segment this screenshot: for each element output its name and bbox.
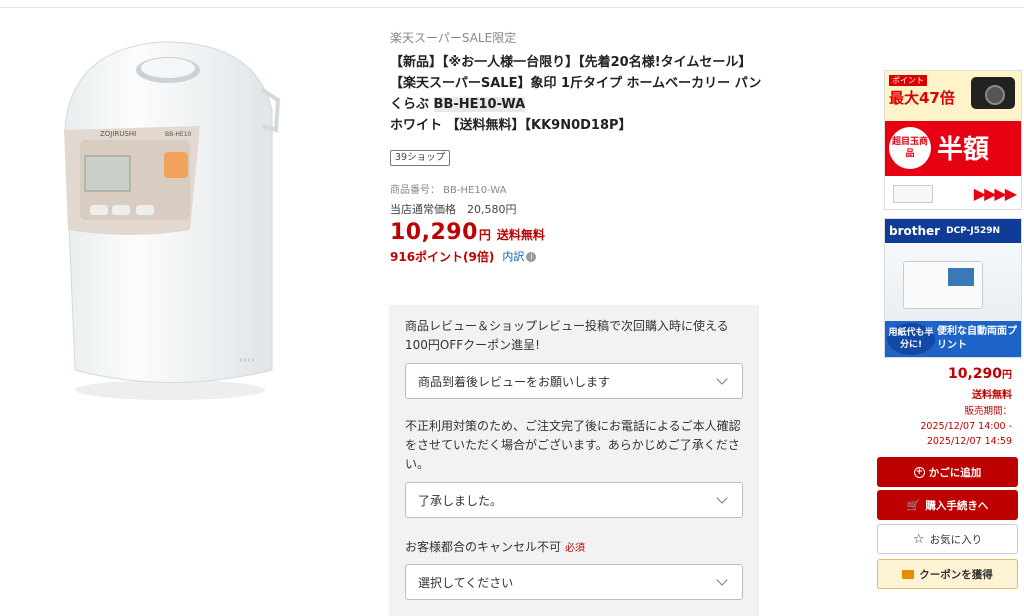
printer-icon bbox=[903, 261, 983, 309]
get-coupon-label: クーポンを獲得 bbox=[919, 568, 993, 581]
sale-period-end: 2025/12/07 14:59 bbox=[926, 436, 1012, 447]
phone-option-label: 不正利用対策のため、ご注文完了後にお電話によるご本人確認をさせていただく場合がご… bbox=[405, 419, 741, 471]
review-option-label: 商品レビュー＆ショップレビュー投稿で次回購入時に使える100円OFFクーポン進呈… bbox=[405, 319, 729, 352]
ad1-bottom: ▶▶▶▶ bbox=[885, 176, 1021, 209]
sale-period-start: 2025/12/07 14:00 - bbox=[920, 421, 1012, 432]
ad1-middle: 超目玉商品 半額 bbox=[885, 121, 1021, 176]
product-model-label: BB-HE10 bbox=[165, 131, 192, 138]
favorite-label: お気に入り bbox=[929, 533, 983, 546]
ad2-text: 便利な自動両面プリント bbox=[937, 326, 1017, 351]
review-select-value: 商品到着後レビューをお願いします bbox=[418, 374, 611, 389]
regular-price: 当店通常価格 20,580円 bbox=[390, 203, 517, 216]
ad1-points-label: ポイント bbox=[889, 75, 927, 86]
sale-period: 販売期間： 2025/12/07 14:00 - 2025/12/07 14:5… bbox=[884, 404, 1012, 449]
ad1-top: ポイント 最大47倍 bbox=[885, 71, 1021, 121]
ad2-header: brother DCP-J529N bbox=[885, 219, 1021, 243]
price-row: 10,290 円 送料無料 bbox=[390, 220, 770, 245]
required-badge: 必須 bbox=[565, 543, 586, 554]
get-coupon-button[interactable]: クーポンを獲得 bbox=[877, 559, 1018, 589]
add-to-cart-label: かごに追加 bbox=[928, 466, 982, 479]
chevron-down-icon bbox=[716, 372, 728, 385]
price: 10,290 bbox=[390, 220, 478, 245]
checkout-button[interactable]: 🛒 購入手続きへ bbox=[877, 490, 1018, 520]
product-title: 【新品】【※お一人様一台限り】【先着20名様!タイムセール】【楽天スーパーSAL… bbox=[390, 52, 770, 136]
coupon-icon bbox=[902, 569, 915, 579]
review-select[interactable]: 商品到着後レビューをお願いします bbox=[405, 363, 743, 399]
free-shipping: 送料無料 bbox=[496, 228, 545, 242]
cancel-select[interactable]: 選択してください bbox=[405, 564, 743, 600]
ad2-footer: 用紙代も半分に! 便利な自動両面プリント bbox=[885, 321, 1021, 357]
ad1-circle-badge: 超目玉商品 bbox=[889, 127, 931, 169]
price-yen: 円 bbox=[478, 228, 491, 242]
sale-period-label: 販売期間： bbox=[964, 406, 1012, 417]
points-breakdown-link[interactable]: 内訳 bbox=[502, 249, 524, 265]
add-to-cart-button[interactable]: + かごに追加 bbox=[877, 457, 1018, 487]
cancel-select-placeholder: 選択してください bbox=[418, 575, 514, 590]
banner-ad-half-price[interactable]: ポイント 最大47倍 超目玉商品 半額 ▶▶▶▶ bbox=[884, 70, 1022, 210]
chevron-down-icon bbox=[716, 573, 728, 586]
cancel-option-text: お客様都合のキャンセル不可 bbox=[405, 540, 562, 554]
ad2-brand: brother bbox=[889, 224, 941, 238]
sale-tag: 楽天スーパーSALE限定 bbox=[390, 31, 517, 45]
ad2-badge: 用紙代も半分に! bbox=[887, 323, 935, 355]
star-icon: ☆ bbox=[912, 531, 925, 547]
product-brand-label: ZOJIRUSHI bbox=[100, 130, 136, 138]
product-image[interactable]: ZOJIRUSHI BB-HE10 bbox=[40, 30, 300, 410]
ad1-max-points: 最大47倍 bbox=[889, 89, 955, 107]
checkout-label: 購入手続きへ bbox=[925, 499, 989, 512]
side-price: 10,290円 bbox=[884, 366, 1012, 382]
side-shipping: 送料無料 bbox=[972, 390, 1012, 401]
plus-circle-icon: + bbox=[913, 466, 925, 478]
phone-select-value: 了承しました。 bbox=[418, 493, 503, 508]
cancel-option-label: お客様都合のキャンセル不可 必須 bbox=[405, 538, 743, 558]
product-info: 楽天スーパーSALE限定 【新品】【※お一人様一台限り】【先着20名様!タイムセ… bbox=[390, 30, 770, 265]
info-icon[interactable]: i bbox=[526, 252, 537, 262]
banner-ad-brother[interactable]: brother DCP-J529N 用紙代も半分に! 便利な自動両面プリント bbox=[884, 218, 1022, 358]
ad2-model: DCP-J529N bbox=[946, 226, 1001, 236]
ad1-half-price: 半額 bbox=[937, 135, 990, 165]
favorite-button[interactable]: ☆ お気に入り bbox=[877, 524, 1018, 554]
phone-select[interactable]: 了承しました。 bbox=[405, 482, 743, 518]
cart-icon: 🛒 bbox=[906, 498, 921, 512]
shop-badge[interactable]: 39ショップ bbox=[390, 150, 451, 166]
item-number: 商品番号： BB-HE10-WA bbox=[390, 185, 507, 196]
chevron-down-icon bbox=[716, 491, 728, 504]
side-price-value: 10,290 bbox=[947, 366, 1002, 382]
ad1-logo bbox=[893, 185, 933, 203]
points: 916ポイント(9倍) bbox=[390, 250, 495, 264]
points-row: 916ポイント(9倍) 内訳 i bbox=[390, 249, 770, 265]
side-price-yen: 円 bbox=[1002, 370, 1012, 381]
arrows-icon: ▶▶▶▶ bbox=[973, 184, 1017, 203]
svg-text:ZOJIRUSHI: ZOJIRUSHI bbox=[100, 130, 136, 138]
camera-icon bbox=[971, 77, 1015, 109]
title-model-highlight: BB-HE10-WA bbox=[433, 97, 526, 112]
options-panel: 商品レビュー＆ショップレビュー投稿で次回購入時に使える100円OFFクーポン進呈… bbox=[389, 305, 759, 616]
title-part-2: ホワイト 【送料無料】【KK9N0D18P】 bbox=[390, 118, 632, 133]
top-divider bbox=[0, 0, 1024, 8]
ad2-body bbox=[885, 243, 1021, 321]
